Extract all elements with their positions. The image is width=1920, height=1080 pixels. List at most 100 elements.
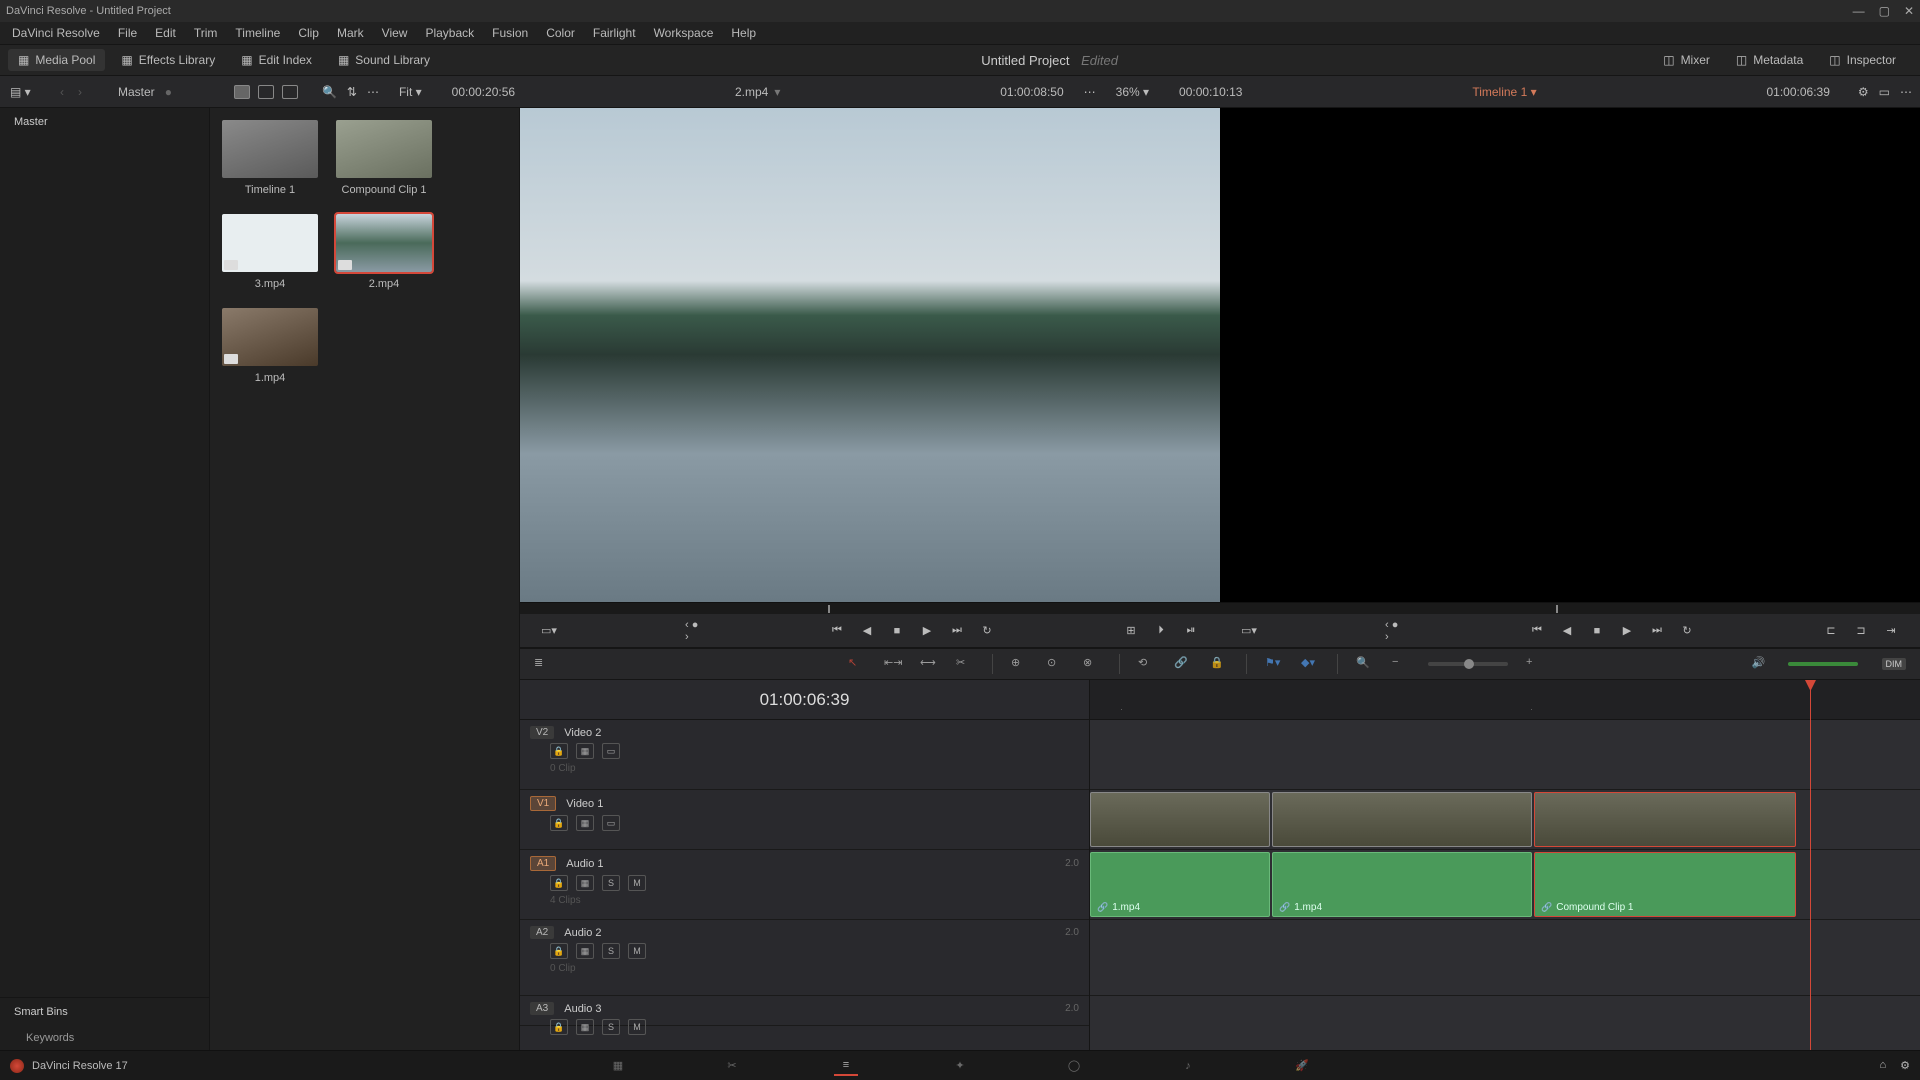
- panel-sound-library[interactable]: ▦Sound Library: [328, 49, 440, 71]
- prog-more-icon[interactable]: ⋯: [1900, 85, 1912, 99]
- prog-prev-icon[interactable]: ◀: [1559, 623, 1575, 639]
- page-fusion-icon[interactable]: ✦: [948, 1056, 972, 1076]
- src-next-icon[interactable]: ⏭: [949, 623, 965, 639]
- volume-slider[interactable]: [1788, 662, 1858, 666]
- page-media-icon[interactable]: ▦: [606, 1056, 630, 1076]
- src-matchframe-icon[interactable]: ‹ ● ›: [685, 623, 701, 639]
- mute-button[interactable]: M: [628, 875, 646, 891]
- track-lane-v2[interactable]: [1090, 720, 1920, 790]
- prog-stop-icon[interactable]: ■: [1589, 623, 1605, 639]
- trim-tool-icon[interactable]: ⇤⇥: [884, 656, 902, 672]
- menu-color[interactable]: Color: [538, 24, 583, 42]
- sort-icon[interactable]: ⇅: [347, 85, 357, 99]
- clip[interactable]: [1272, 792, 1532, 847]
- bypass-icon[interactable]: ⚙: [1858, 85, 1869, 99]
- link-icon[interactable]: 🔗: [1174, 656, 1192, 672]
- menu-timeline[interactable]: Timeline: [227, 24, 288, 42]
- track-lane-a3[interactable]: [1090, 996, 1920, 1050]
- auto-select-icon[interactable]: ▦: [576, 1019, 594, 1035]
- smart-bins-header[interactable]: Smart Bins: [0, 997, 209, 1026]
- close-button[interactable]: ✕: [1904, 4, 1914, 18]
- src-insert-icon[interactable]: ⊞: [1123, 623, 1139, 639]
- auto-select-icon[interactable]: ▦: [576, 875, 594, 891]
- menu-clip[interactable]: Clip: [290, 24, 327, 42]
- clip-thumb[interactable]: 2.mp4: [336, 214, 432, 290]
- bin-dropdown-icon[interactable]: ▤ ▾: [10, 85, 31, 99]
- view-thumb-icon[interactable]: [234, 85, 250, 99]
- smart-bin-keywords[interactable]: Keywords: [0, 1026, 209, 1050]
- clip[interactable]: [1534, 792, 1796, 847]
- track-badge[interactable]: A3: [530, 1002, 554, 1015]
- src-prev-icon[interactable]: ◀: [859, 623, 875, 639]
- pointer-tool-icon[interactable]: ↖: [848, 656, 866, 672]
- playhead[interactable]: [1810, 680, 1811, 1050]
- replace-clip-icon[interactable]: ⊗: [1083, 656, 1101, 672]
- prog-in-icon[interactable]: ⊏: [1823, 623, 1839, 639]
- menu-help[interactable]: Help: [723, 24, 764, 42]
- lock-icon[interactable]: 🔒: [550, 743, 568, 759]
- auto-select-icon[interactable]: ▦: [576, 943, 594, 959]
- clip-thumb[interactable]: 3.mp4: [222, 214, 318, 290]
- search-icon[interactable]: 🔍: [322, 85, 337, 99]
- blade-tool-icon[interactable]: ✂: [956, 656, 974, 672]
- lock-icon[interactable]: 🔒: [550, 875, 568, 891]
- panel-media-pool[interactable]: ▦Media Pool: [8, 49, 105, 71]
- page-cut-icon[interactable]: ✂: [720, 1056, 744, 1076]
- lock-icon[interactable]: 🔒: [550, 815, 568, 831]
- dim-button[interactable]: DIM: [1882, 658, 1907, 670]
- src-clip-dropdown[interactable]: 2.mp4 ▾: [735, 85, 780, 99]
- lock-icon[interactable]: 🔒: [550, 943, 568, 959]
- track-badge[interactable]: V2: [530, 726, 554, 739]
- auto-select-icon[interactable]: ▦: [576, 815, 594, 831]
- menu-trim[interactable]: Trim: [186, 24, 226, 42]
- disable-icon[interactable]: ▭: [602, 815, 620, 831]
- zoom-out-icon[interactable]: −: [1392, 656, 1410, 672]
- track-header-v1[interactable]: V1Video 1🔒▦▭: [520, 790, 1089, 850]
- track-badge[interactable]: V1: [530, 796, 556, 811]
- panel-inspector[interactable]: ◫Inspector: [1819, 49, 1906, 71]
- menu-davinci-resolve[interactable]: DaVinci Resolve: [4, 24, 108, 42]
- src-mode-icon[interactable]: ▭▾: [541, 623, 557, 639]
- panel-effects-library[interactable]: ▦Effects Library: [111, 49, 225, 71]
- src-replace-icon[interactable]: ⏯: [1183, 623, 1199, 639]
- src-more-icon[interactable]: ⋯: [1084, 85, 1096, 99]
- source-scrubber[interactable]: [520, 602, 1220, 614]
- clip-thumb[interactable]: Compound Clip 1: [336, 120, 432, 196]
- timeline-ruler[interactable]: ···: [1090, 680, 1920, 720]
- zoom-tool-icon[interactable]: 🔍: [1356, 656, 1374, 672]
- bin-path[interactable]: Master: [118, 85, 155, 99]
- track-header-a1[interactable]: A1Audio 12.0🔒▦SM4 Clips: [520, 850, 1089, 920]
- ripple-icon[interactable]: ⟲: [1138, 656, 1156, 672]
- menu-view[interactable]: View: [374, 24, 416, 42]
- src-overwrite-icon[interactable]: ⏵: [1153, 623, 1169, 639]
- prog-goto-icon[interactable]: ⇥: [1883, 623, 1899, 639]
- src-zoom-dropdown[interactable]: Fit ▾: [399, 85, 422, 99]
- clip[interactable]: 🔗1.mp4: [1272, 852, 1532, 917]
- maximize-button[interactable]: ▢: [1879, 4, 1890, 18]
- auto-select-icon[interactable]: ▦: [576, 743, 594, 759]
- app-logo-icon[interactable]: [10, 1059, 24, 1073]
- view-list-icon[interactable]: [282, 85, 298, 99]
- nav-back-icon[interactable]: ‹: [60, 85, 64, 99]
- menu-playback[interactable]: Playback: [417, 24, 482, 42]
- lock-icon[interactable]: 🔒: [1210, 656, 1228, 672]
- nav-fwd-icon[interactable]: ›: [78, 85, 82, 99]
- mute-button[interactable]: M: [628, 943, 646, 959]
- panel-mixer[interactable]: ◫Mixer: [1653, 49, 1720, 71]
- track-lane-v1[interactable]: [1090, 790, 1920, 850]
- view-grid-icon[interactable]: [258, 85, 274, 99]
- page-color-icon[interactable]: ◯: [1062, 1056, 1086, 1076]
- menu-workspace[interactable]: Workspace: [646, 24, 722, 42]
- src-first-icon[interactable]: ⏮: [829, 623, 845, 639]
- track-lane-a1[interactable]: 🔗1.mp4🔗1.mp4🔗Compound Clip 1-00:01🔗Compo…: [1090, 850, 1920, 920]
- dynamic-trim-icon[interactable]: ⟷: [920, 656, 938, 672]
- track-badge[interactable]: A2: [530, 926, 554, 939]
- src-loop-icon[interactable]: ↻: [979, 623, 995, 639]
- home-icon[interactable]: ⌂: [1879, 1059, 1886, 1072]
- solo-button[interactable]: S: [602, 1019, 620, 1035]
- menu-edit[interactable]: Edit: [147, 24, 184, 42]
- timeline-dropdown[interactable]: Timeline 1 ▾: [1472, 85, 1536, 99]
- panel-edit-index[interactable]: ▦Edit Index: [231, 49, 322, 71]
- clip[interactable]: 🔗1.mp4: [1090, 852, 1270, 917]
- src-stop-icon[interactable]: ■: [889, 623, 905, 639]
